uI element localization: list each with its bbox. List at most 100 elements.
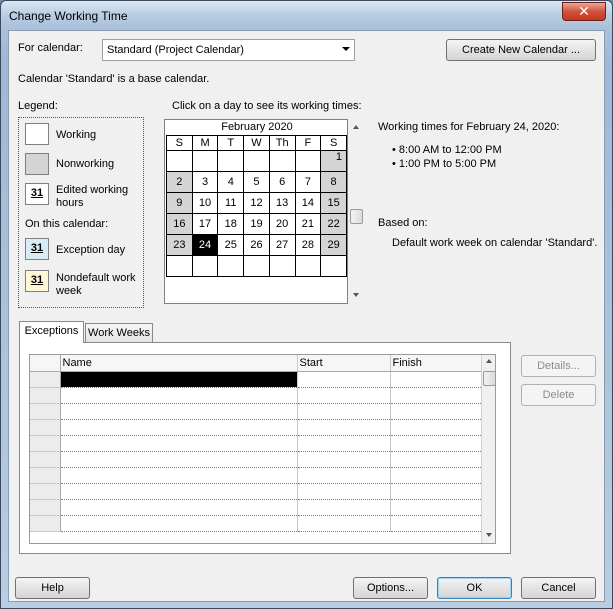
calendar-day[interactable]: 9 (166, 192, 193, 214)
exceptions-table[interactable]: Name Start Finish (29, 354, 496, 544)
row-header[interactable] (30, 435, 61, 452)
scroll-up-icon[interactable] (353, 125, 359, 129)
table-row[interactable] (30, 467, 484, 484)
calendar-day[interactable]: 13 (268, 192, 296, 214)
table-cell[interactable] (60, 451, 298, 468)
table-row[interactable] (30, 515, 484, 532)
table-cell[interactable] (60, 483, 298, 500)
scroll-up-icon[interactable] (486, 359, 492, 363)
calendar-day[interactable]: 17 (191, 213, 219, 235)
calendar-scroll-thumb[interactable] (350, 209, 363, 224)
calendar-dropdown[interactable]: Standard (Project Calendar) (102, 39, 355, 61)
row-header[interactable] (30, 483, 61, 500)
calendar-grid[interactable]: S M T W Th F S 1 2 3 4 5 6 7 8 9 10 11 12 13 14 15 16 17 18 19 20 2… (166, 135, 347, 277)
table-cell[interactable] (390, 483, 484, 500)
calendar-day[interactable]: 27 (268, 234, 296, 256)
column-header-start[interactable]: Start (297, 355, 391, 372)
calendar-day[interactable]: 20 (268, 213, 296, 235)
exceptions-scroll-thumb[interactable] (483, 371, 495, 386)
month-calendar[interactable]: February 2020 S M T W Th F S 1 2 3 4 5 6 7 8 9 10 11 12 13 1… (164, 119, 348, 304)
table-cell[interactable] (390, 403, 484, 420)
table-row[interactable] (30, 435, 484, 452)
table-cell[interactable] (297, 419, 391, 436)
table-cell[interactable] (60, 403, 298, 420)
row-header[interactable] (30, 403, 61, 420)
calendar-day[interactable]: 24 (191, 234, 219, 256)
table-cell[interactable] (297, 515, 391, 532)
calendar-day[interactable]: 18 (217, 213, 245, 235)
calendar-day[interactable]: 1 (320, 150, 347, 172)
row-header[interactable] (30, 467, 61, 484)
tab-work-weeks[interactable]: Work Weeks (85, 323, 153, 343)
table-cell[interactable] (390, 451, 484, 468)
calendar-day[interactable]: 6 (268, 171, 296, 193)
chevron-down-icon[interactable] (342, 47, 350, 51)
table-cell[interactable] (297, 451, 391, 468)
help-button[interactable]: Help (15, 577, 90, 599)
row-header[interactable] (30, 419, 61, 436)
table-row[interactable] (30, 483, 484, 500)
table-cell[interactable] (297, 387, 391, 404)
table-cell[interactable] (60, 467, 298, 484)
table-cell[interactable] (297, 403, 391, 420)
exceptions-scrollbar[interactable] (481, 355, 495, 543)
exceptions-table-body[interactable]: Name Start Finish (30, 355, 484, 532)
calendar-day[interactable]: 19 (243, 213, 270, 235)
row-header[interactable] (30, 515, 61, 532)
calendar-day[interactable]: 4 (217, 171, 245, 193)
table-cell[interactable] (60, 371, 298, 388)
calendar-day[interactable]: 21 (294, 213, 322, 235)
details-button[interactable]: Details... (521, 355, 596, 377)
row-header[interactable] (30, 387, 61, 404)
cancel-button[interactable]: Cancel (521, 577, 596, 599)
calendar-day[interactable]: 12 (243, 192, 270, 214)
delete-button[interactable]: Delete (521, 384, 596, 406)
tab-exceptions[interactable]: Exceptions (19, 321, 84, 343)
calendar-day[interactable]: 3 (191, 171, 219, 193)
row-header[interactable] (30, 451, 61, 468)
ok-button[interactable]: OK (437, 577, 512, 599)
table-row[interactable] (30, 499, 484, 516)
close-button[interactable]: ✕ (562, 2, 606, 21)
table-cell[interactable] (60, 419, 298, 436)
table-cell[interactable] (390, 515, 484, 532)
table-cell[interactable] (297, 483, 391, 500)
calendar-day[interactable]: 29 (320, 234, 347, 256)
table-row[interactable] (30, 371, 484, 388)
calendar-day[interactable]: 16 (166, 213, 193, 235)
row-header[interactable] (30, 499, 61, 516)
table-cell[interactable] (60, 387, 298, 404)
table-row[interactable] (30, 403, 484, 420)
calendar-day[interactable]: 8 (320, 171, 347, 193)
calendar-day[interactable]: 23 (166, 234, 193, 256)
create-new-calendar-button[interactable]: Create New Calendar ... (446, 39, 596, 61)
table-cell[interactable] (60, 499, 298, 516)
table-cell[interactable] (390, 435, 484, 452)
scroll-down-icon[interactable] (353, 293, 359, 297)
options-button[interactable]: Options... (353, 577, 428, 599)
table-row[interactable] (30, 451, 484, 468)
scroll-down-icon[interactable] (486, 533, 492, 537)
table-row[interactable] (30, 419, 484, 436)
calendar-day[interactable]: 15 (320, 192, 347, 214)
column-header-name[interactable]: Name (60, 355, 298, 372)
calendar-day[interactable]: 26 (243, 234, 270, 256)
calendar-day[interactable]: 5 (243, 171, 270, 193)
column-header-finish[interactable]: Finish (390, 355, 484, 372)
table-cell[interactable] (297, 371, 391, 388)
table-cell[interactable] (60, 435, 298, 452)
calendar-day[interactable]: 28 (294, 234, 322, 256)
table-cell[interactable] (390, 387, 484, 404)
table-row[interactable] (30, 387, 484, 404)
calendar-day[interactable]: 25 (217, 234, 245, 256)
calendar-day[interactable]: 11 (217, 192, 245, 214)
table-cell[interactable] (297, 435, 391, 452)
table-cell[interactable] (390, 499, 484, 516)
calendar-day[interactable]: 7 (294, 171, 322, 193)
calendar-day[interactable]: 10 (191, 192, 219, 214)
table-cell[interactable] (390, 371, 484, 388)
table-cell[interactable] (297, 499, 391, 516)
calendar-day[interactable]: 2 (166, 171, 193, 193)
table-cell[interactable] (60, 515, 298, 532)
calendar-day[interactable]: 22 (320, 213, 347, 235)
